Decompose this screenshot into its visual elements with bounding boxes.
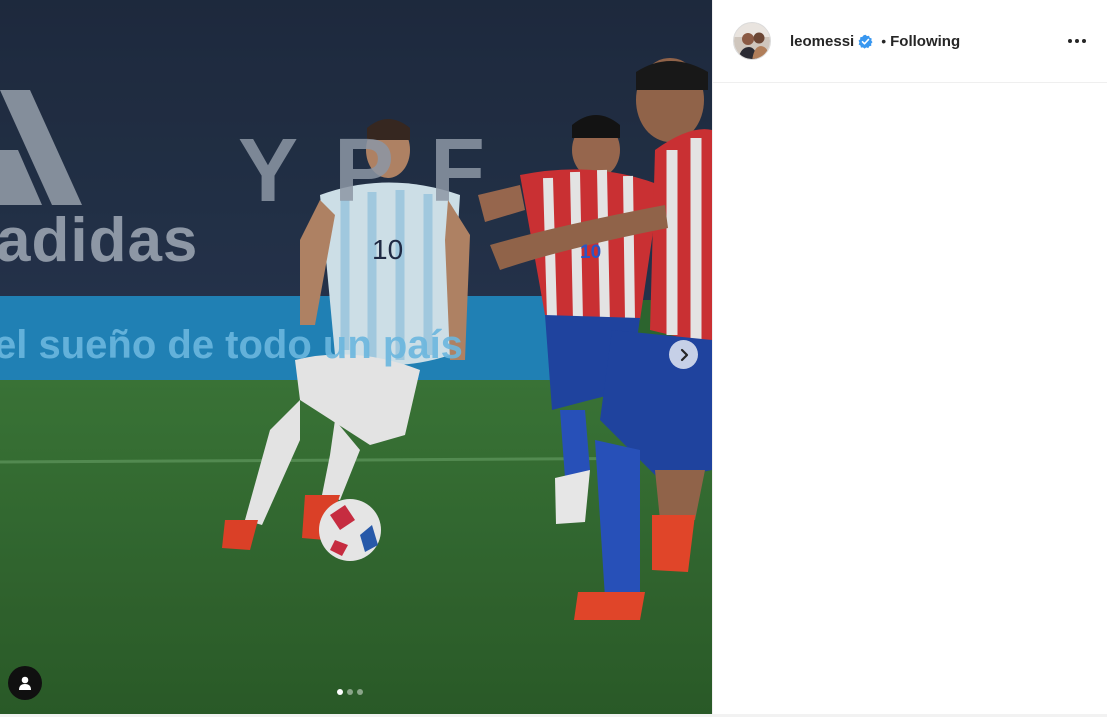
banner-text: el sueño de todo un país [0, 323, 463, 367]
more-options-button[interactable] [1065, 29, 1089, 53]
carousel-dot-2 [347, 689, 353, 695]
carousel-dot-1 [337, 689, 343, 695]
board-adidas-text: adidas [0, 206, 199, 275]
board-ypf-text: YPF [238, 121, 522, 221]
chevron-right-icon [680, 348, 688, 361]
username-link[interactable]: leomessi [790, 33, 854, 50]
jersey-number-argentina: 10 [372, 234, 404, 265]
more-options-icon [1068, 39, 1086, 43]
author-line: leomessi • Following [790, 33, 1065, 50]
post-dialog: adidas YPF el sueño de todo un país 10 1… [0, 0, 1107, 717]
separator-dot: • [881, 33, 887, 49]
post-media[interactable]: adidas YPF el sueño de todo un país 10 1… [0, 0, 712, 714]
avatar-image [734, 23, 770, 59]
jersey-number-paraguay: 10 [580, 242, 602, 263]
next-slide-button[interactable] [669, 340, 698, 369]
user-tag-icon [19, 676, 31, 690]
post-header: leomessi • Following [713, 0, 1107, 83]
carousel-indicator [337, 689, 363, 695]
post-sidebar: leomessi • Following [712, 0, 1107, 714]
following-button[interactable]: Following [890, 33, 960, 50]
tagged-users-button[interactable] [8, 666, 42, 700]
avatar[interactable] [733, 22, 771, 60]
verified-badge-icon [858, 34, 873, 49]
carousel-dot-3 [357, 689, 363, 695]
